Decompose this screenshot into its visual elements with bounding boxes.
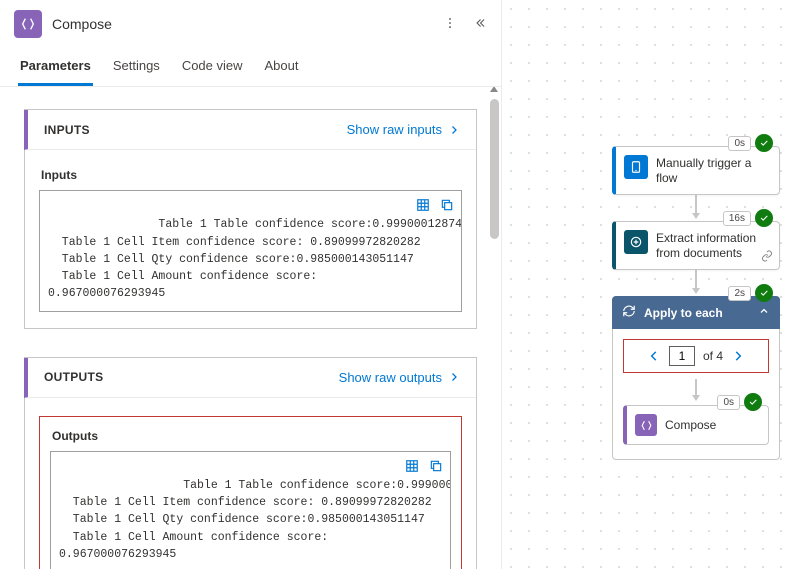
compose-header-icon	[14, 10, 42, 38]
grid-icon[interactable]	[415, 197, 431, 213]
scrollbar[interactable]	[486, 87, 501, 569]
outputs-sublabel: Outputs	[52, 429, 451, 443]
chevron-up-icon[interactable]	[758, 305, 770, 320]
flow-canvas[interactable]: 0s Manually trigger a flow 16s Extract	[502, 0, 786, 569]
loop-label: Apply to each	[644, 306, 723, 320]
link-icon	[761, 250, 773, 265]
inputs-code-box: Table 1 Table confidence score:0.9990001…	[39, 190, 462, 312]
node2-time: 16s	[723, 211, 751, 226]
tab-about[interactable]: About	[263, 50, 301, 86]
compose-icon	[635, 414, 657, 436]
compose-label: Compose	[665, 418, 716, 432]
inputs-line-4: 0.967000076293945	[48, 287, 165, 300]
grid-icon[interactable]	[404, 458, 420, 474]
node2-label: Extract information from documents	[656, 230, 771, 261]
outputs-section: OUTPUTS Show raw outputs Outputs	[24, 357, 477, 569]
more-icon[interactable]	[443, 16, 457, 33]
success-icon	[755, 134, 773, 152]
inputs-line-1: Table 1 Cell Item confidence score: 0.89…	[48, 236, 421, 249]
inputs-section: INPUTS Show raw inputs Inputs	[24, 109, 477, 329]
panel-title: Compose	[52, 16, 433, 32]
copy-icon[interactable]	[428, 458, 444, 474]
pager-current-input[interactable]	[669, 346, 695, 366]
outputs-highlight-box: Outputs Table 1 Table confidence	[39, 416, 462, 569]
show-raw-outputs-label: Show raw outputs	[339, 370, 442, 385]
outputs-line-0: Table 1 Table confidence score:0.9990001…	[169, 479, 451, 492]
outputs-line-4: 0.967000076293945	[59, 548, 176, 561]
loop-time: 2s	[728, 286, 751, 301]
flow-loop-apply-to-each[interactable]: 2s Apply to each	[612, 296, 780, 460]
tab-settings[interactable]: Settings	[111, 50, 162, 86]
show-raw-inputs-button[interactable]: Show raw inputs	[347, 122, 460, 137]
flow-node-compose[interactable]: 0s Compose	[623, 405, 769, 445]
tabs: Parameters Settings Code view About	[0, 44, 501, 87]
tab-content: INPUTS Show raw inputs Inputs	[0, 87, 501, 569]
inputs-sublabel: Inputs	[41, 168, 462, 182]
success-icon	[755, 209, 773, 227]
outputs-line-3: Table 1 Cell Amount confidence score:	[59, 531, 328, 544]
flow-node-trigger[interactable]: 0s Manually trigger a flow	[612, 146, 780, 195]
ai-builder-icon	[624, 230, 648, 254]
outputs-title: OUTPUTS	[44, 370, 103, 384]
flow-node-extract[interactable]: 16s Extract information from documents	[612, 221, 780, 270]
compose-time: 0s	[717, 395, 740, 410]
success-icon	[744, 393, 762, 411]
inputs-title: INPUTS	[44, 123, 90, 137]
outputs-line-2: Table 1 Cell Qty confidence score:0.9850…	[59, 513, 425, 526]
inputs-line-0: Table 1 Table confidence score:0.9990001…	[145, 218, 462, 231]
pager-total-label: of 4	[703, 349, 723, 363]
node1-time: 0s	[728, 136, 751, 151]
success-icon	[755, 284, 773, 302]
outputs-code-box: Table 1 Table confidence score:0.9990001…	[50, 451, 451, 569]
inputs-line-3: Table 1 Cell Amount confidence score:	[48, 270, 317, 283]
outputs-line-1: Table 1 Cell Item confidence score: 0.89…	[59, 496, 432, 509]
copy-icon[interactable]	[439, 197, 455, 213]
pager-prev-button[interactable]	[647, 349, 661, 363]
show-raw-outputs-button[interactable]: Show raw outputs	[339, 370, 460, 385]
collapse-panel-icon[interactable]	[473, 16, 487, 33]
pager-next-button[interactable]	[731, 349, 745, 363]
loop-icon	[622, 304, 636, 321]
loop-pager: of 4	[623, 339, 769, 373]
trigger-icon	[624, 155, 648, 179]
inputs-line-2: Table 1 Cell Qty confidence score:0.9850…	[48, 253, 414, 266]
tab-codeview[interactable]: Code view	[180, 50, 245, 86]
tab-parameters[interactable]: Parameters	[18, 50, 93, 86]
show-raw-inputs-label: Show raw inputs	[347, 122, 442, 137]
node1-label: Manually trigger a flow	[656, 155, 771, 186]
